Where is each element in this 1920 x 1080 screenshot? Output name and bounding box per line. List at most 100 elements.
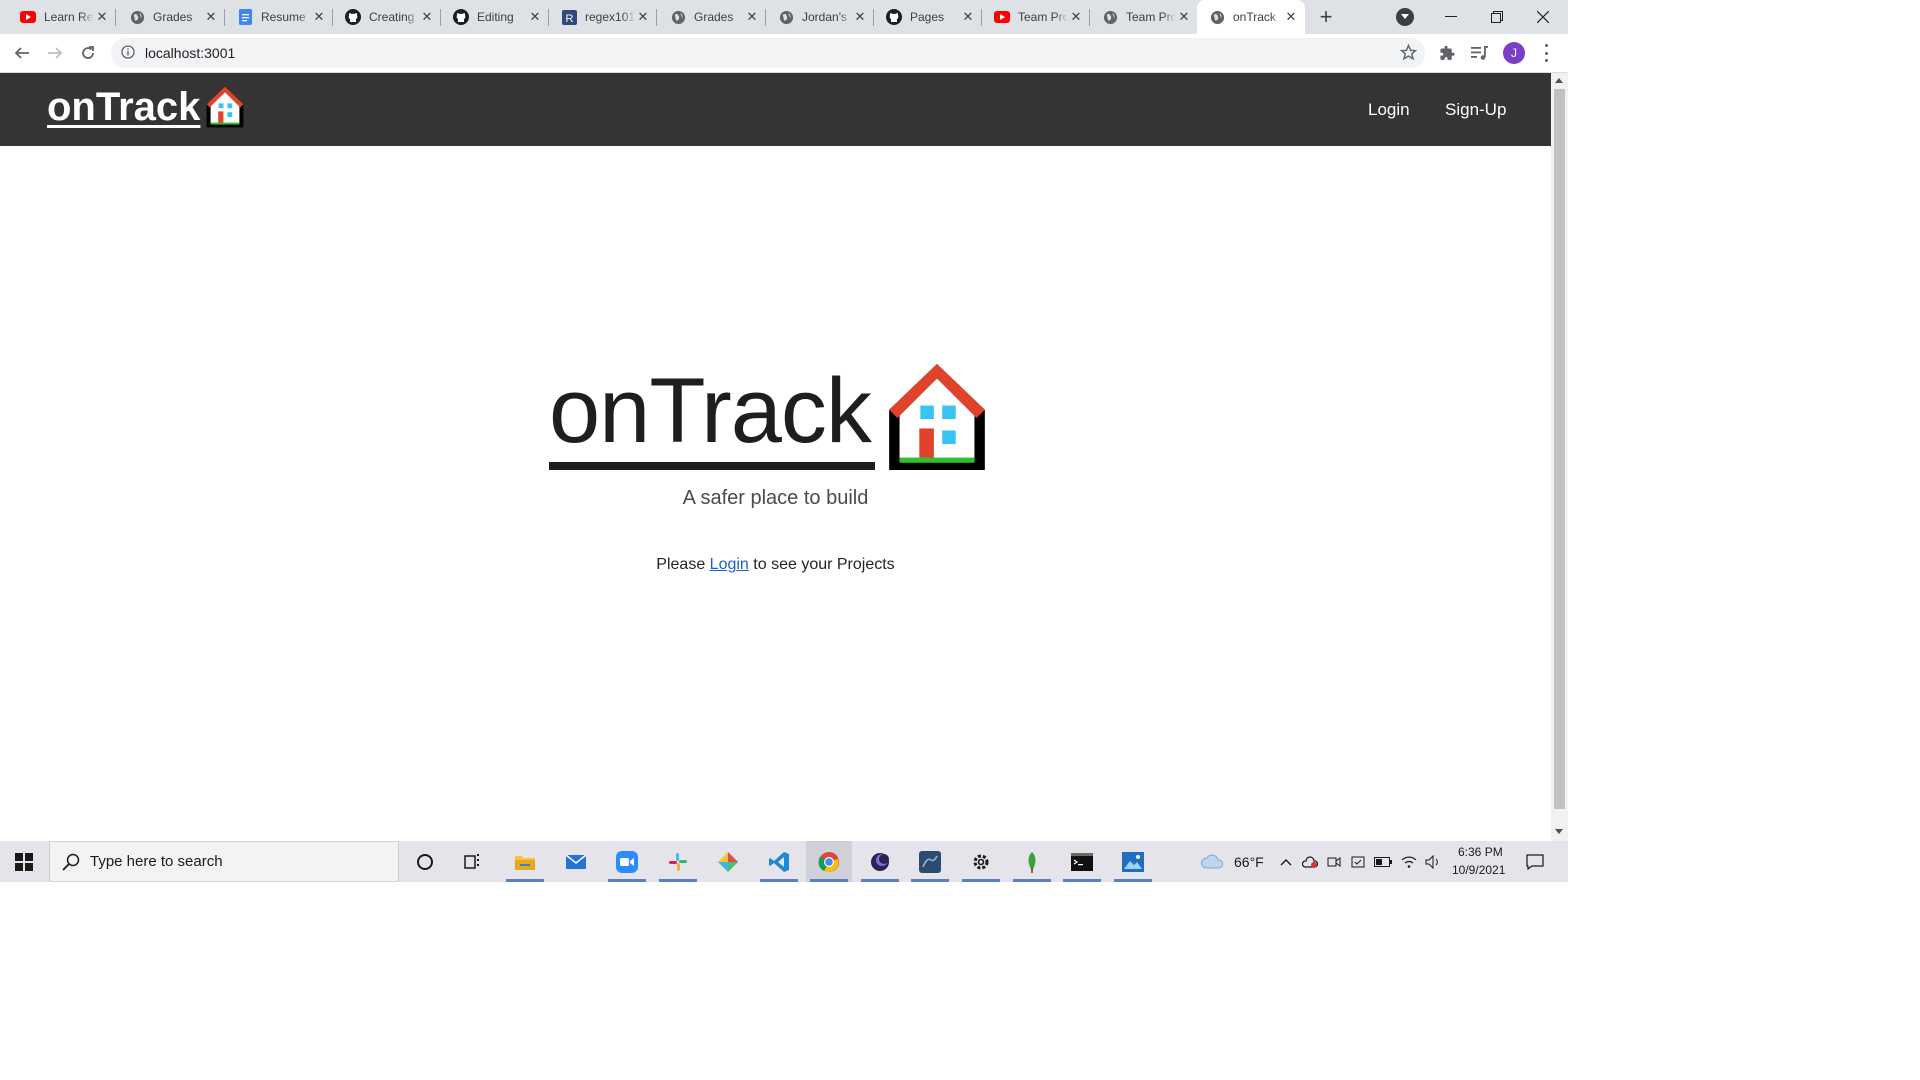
media-control-icon[interactable]: [1471, 44, 1489, 62]
arrow-right-icon: [48, 47, 63, 59]
globe-icon: [1209, 9, 1225, 25]
close-tab-icon[interactable]: ✕: [1068, 9, 1084, 25]
scroll-down-arrow[interactable]: [1555, 829, 1563, 834]
nav-signup-link[interactable]: Sign-Up: [1445, 100, 1506, 120]
vscode-icon[interactable]: [756, 841, 802, 882]
browser-tab[interactable]: Creating ✕: [333, 0, 441, 34]
photos-icon[interactable]: [1110, 841, 1156, 882]
login-prompt-before: Please: [656, 556, 706, 573]
weather-icon[interactable]: [1192, 841, 1232, 882]
file-explorer-icon[interactable]: [502, 841, 548, 882]
settings-icon[interactable]: [958, 841, 1004, 882]
slack-icon[interactable]: [655, 841, 701, 882]
prompt-login-link[interactable]: Login: [710, 556, 749, 573]
browser-tab[interactable]: Pages ✕: [874, 0, 982, 34]
clock-time[interactable]: 6:36 PM: [1458, 845, 1503, 859]
scroll-up-arrow[interactable]: [1555, 78, 1563, 83]
hero-title: onTrack: [549, 360, 872, 462]
weather-temp[interactable]: 66°F: [1234, 854, 1264, 870]
taskbar-search-box[interactable]: Type here to search: [49, 841, 399, 882]
mongodb-icon[interactable]: [1009, 841, 1055, 882]
browser-tab[interactable]: Grades ✕: [117, 0, 225, 34]
running-indicator: [760, 879, 798, 882]
browser-tab[interactable]: Learn React✕: [8, 0, 116, 34]
r-icon: R: [561, 9, 577, 25]
mail-icon[interactable]: [553, 841, 599, 882]
navbar-brand-text: onTrack: [47, 85, 201, 129]
browser-tab[interactable]: Team Project✕: [982, 0, 1090, 34]
nav-login-link[interactable]: Login: [1368, 100, 1410, 120]
close-tab-icon[interactable]: ✕: [203, 9, 219, 25]
chrome-icon[interactable]: [806, 841, 852, 882]
close-tab-icon[interactable]: ✕: [744, 9, 760, 25]
restore-icon: [1491, 11, 1503, 23]
cortana-icon[interactable]: [402, 841, 448, 882]
close-window-button[interactable]: [1520, 0, 1566, 34]
close-tab-icon[interactable]: ✕: [311, 9, 327, 25]
battery-icon[interactable]: [1372, 841, 1394, 882]
onedrive-icon[interactable]: [1300, 841, 1320, 882]
tab-title: Resume: [261, 10, 306, 24]
tab-title: Grades: [694, 10, 734, 24]
browser-tab[interactable]: Rregex101 ✕: [549, 0, 657, 34]
minimize-button[interactable]: [1428, 0, 1474, 34]
close-tab-icon[interactable]: ✕: [419, 9, 435, 25]
browser-tab[interactable]: Jordan's ✕: [766, 0, 874, 34]
browser-tab[interactable]: Editing ✕: [441, 0, 549, 34]
close-tab-icon[interactable]: ✕: [960, 9, 976, 25]
browser-tab[interactable]: onTrack ✕: [1197, 0, 1305, 34]
running-indicator: [506, 879, 544, 882]
restore-button[interactable]: [1474, 0, 1520, 34]
site-navbar: onTrack Login Sign-Up: [0, 73, 1551, 146]
start-button[interactable]: [0, 841, 48, 882]
meet-now-icon[interactable]: [1324, 841, 1344, 882]
bookmark-star-icon[interactable]: [1399, 43, 1418, 66]
mysql-workbench-icon[interactable]: [907, 841, 953, 882]
scrollbar-thumb[interactable]: [1554, 89, 1565, 809]
close-tab-icon[interactable]: ✕: [1176, 9, 1192, 25]
zoom-icon[interactable]: [604, 841, 650, 882]
volume-icon[interactable]: [1422, 841, 1444, 882]
browser-tab[interactable]: Team Project✕: [1090, 0, 1198, 34]
browser-tab[interactable]: Grades ✕: [658, 0, 766, 34]
notification-center-icon[interactable]: [1515, 841, 1555, 882]
clock-date[interactable]: 10/9/2021: [1452, 863, 1505, 877]
close-tab-icon[interactable]: ✕: [635, 9, 651, 25]
youtube-icon: [994, 9, 1010, 25]
reload-button[interactable]: [75, 40, 101, 66]
browser-tab[interactable]: Resume ✕: [225, 0, 333, 34]
profile-avatar[interactable]: J: [1503, 42, 1525, 64]
close-tab-icon[interactable]: ✕: [527, 9, 543, 25]
browser-menu-icon[interactable]: [1540, 44, 1552, 62]
extensions-puzzle-icon[interactable]: [1438, 44, 1456, 62]
tray-overflow-chevron-icon[interactable]: [1276, 841, 1296, 882]
git-kraken-icon[interactable]: [705, 841, 751, 882]
browser-toolbar: localhost:3001 J: [0, 34, 1568, 73]
running-indicator: [1013, 879, 1051, 882]
page-scrollbar[interactable]: [1551, 73, 1568, 841]
close-tab-icon[interactable]: ✕: [94, 9, 110, 25]
running-indicator: [911, 879, 949, 882]
tab-search-button[interactable]: [1396, 8, 1414, 26]
close-tab-icon[interactable]: ✕: [852, 9, 868, 25]
tab-title: regex101: [585, 10, 635, 24]
site-info-icon[interactable]: [121, 45, 135, 64]
back-button[interactable]: [9, 40, 35, 66]
hero-tagline: A safer place to build: [682, 487, 869, 509]
running-indicator: [608, 879, 646, 882]
security-icon[interactable]: [1348, 841, 1368, 882]
hero-title-underline: [549, 462, 875, 470]
running-indicator: [659, 879, 697, 882]
new-tab-button[interactable]: +: [1314, 4, 1338, 29]
wifi-icon[interactable]: [1398, 841, 1420, 882]
close-tab-icon[interactable]: ✕: [1283, 9, 1299, 25]
forward-button[interactable]: [42, 40, 68, 66]
task-view-icon[interactable]: [450, 841, 496, 882]
terminal-icon[interactable]: [1059, 841, 1105, 882]
url-text[interactable]: localhost:3001: [145, 45, 235, 61]
github-icon: [345, 9, 361, 25]
navbar-brand-link[interactable]: onTrack: [47, 83, 246, 131]
github-icon: [453, 9, 469, 25]
address-bar[interactable]: localhost:3001: [111, 38, 1425, 68]
eclipse-icon[interactable]: [857, 841, 903, 882]
